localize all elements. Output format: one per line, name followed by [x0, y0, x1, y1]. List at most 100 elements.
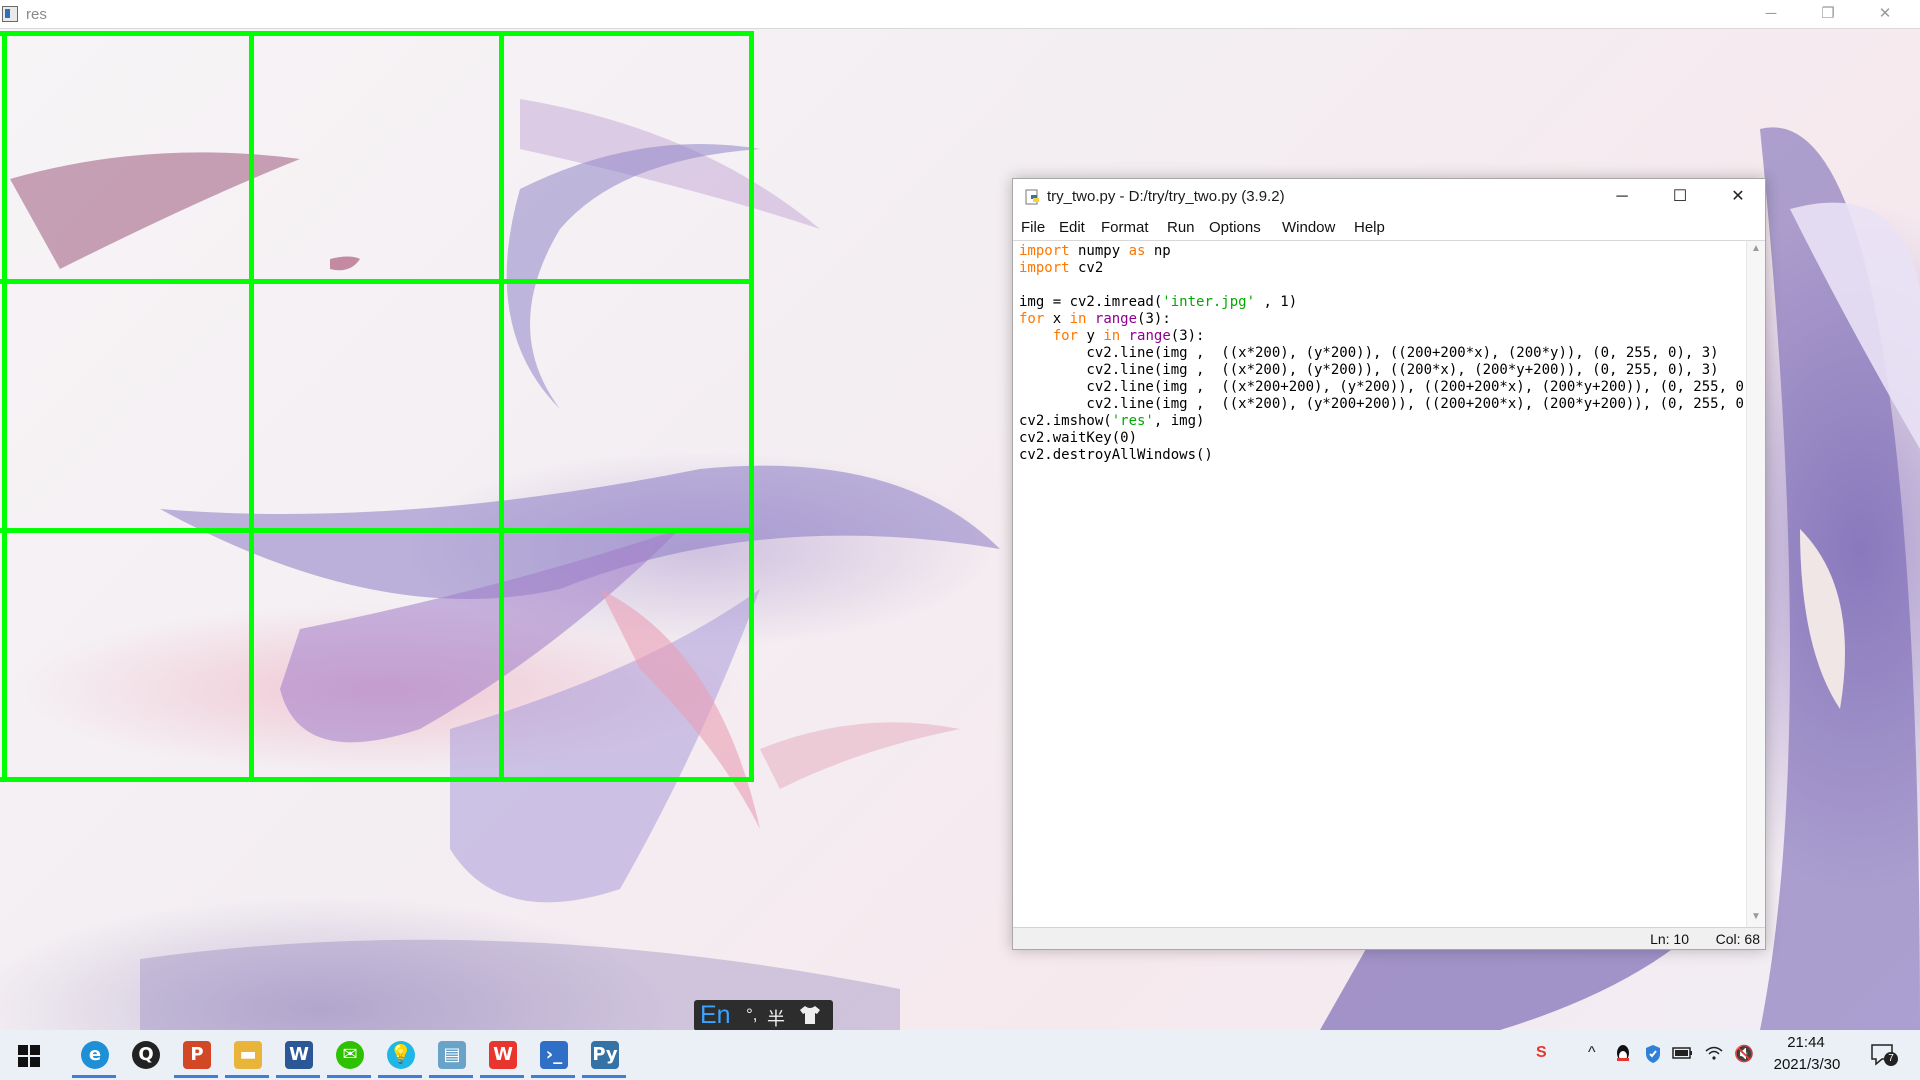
app-glyph: W — [489, 1041, 517, 1069]
running-indicator — [582, 1075, 626, 1078]
code-token: , img) — [1153, 413, 1205, 429]
windows-taskbar: e Q P ▬ W ✉ 💡 ▤ W ›_ Py S ^ 🔇 21:44 2021/3/30 7 — [0, 1030, 1920, 1080]
grid-line-h0 — [0, 31, 754, 36]
wechat-icon[interactable]: ✉ — [321, 1032, 377, 1078]
idle-menubar: File Edit Format Run Options Window Help — [1013, 215, 1765, 241]
idle-close-button[interactable]: ✕ — [1709, 179, 1767, 215]
app-glyph: e — [81, 1041, 109, 1069]
minimize-button[interactable]: ─ — [1748, 3, 1794, 25]
idle-minimize-button[interactable]: ─ — [1593, 179, 1651, 215]
tray-qq-icon[interactable] — [1614, 1044, 1632, 1064]
app-glyph: 💡 — [387, 1041, 415, 1069]
running-indicator — [276, 1075, 320, 1078]
code-line[interactable]: img = cv2.imread('inter.jpg' , 1) — [1019, 294, 1297, 311]
code-token: for — [1019, 311, 1045, 327]
tray-security-shield-icon[interactable] — [1644, 1044, 1662, 1064]
notebook-icon[interactable]: ▤ — [423, 1032, 479, 1078]
code-token: numpy — [1069, 243, 1129, 259]
grid-line-h1 — [0, 279, 754, 284]
code-token: y — [1078, 328, 1104, 344]
res-window-title: res — [26, 6, 47, 23]
code-line[interactable]: cv2.line(img , ((x*200), (y*200+200)), (… — [1019, 396, 1752, 413]
grid-line-h2 — [0, 528, 754, 533]
idle-editor-window[interactable]: try_two.py - D:/try/try_two.py (3.9.2) ─… — [1012, 178, 1766, 950]
app-glyph: W — [285, 1041, 313, 1069]
menu-edit[interactable]: Edit — [1059, 219, 1085, 236]
running-indicator — [327, 1075, 371, 1078]
powershell-icon[interactable]: ›_ — [525, 1032, 581, 1078]
grid-line-v2 — [499, 31, 504, 782]
app-glyph: Q — [132, 1041, 160, 1069]
edge-icon[interactable]: e — [66, 1032, 122, 1078]
scroll-up-arrow-icon[interactable]: ▲ — [1750, 243, 1762, 255]
idle-titlebar[interactable]: try_two.py - D:/try/try_two.py (3.9.2) ─… — [1013, 179, 1765, 215]
code-line[interactable]: import cv2 — [1019, 260, 1103, 277]
menu-run[interactable]: Run — [1167, 219, 1195, 236]
code-token: (3): — [1170, 328, 1205, 344]
word-icon[interactable]: W — [270, 1032, 326, 1078]
action-center-notification-icon[interactable]: 7 — [1870, 1042, 1898, 1066]
battery-icon[interactable] — [1672, 1044, 1694, 1062]
ime-punctuation-mode[interactable]: °, — [746, 1005, 758, 1025]
menu-format[interactable]: Format — [1101, 219, 1149, 236]
menu-options[interactable]: Options — [1209, 219, 1261, 236]
shirt-icon[interactable] — [798, 1004, 822, 1026]
grid-line-h3 — [0, 777, 754, 782]
code-token: np — [1145, 243, 1171, 259]
python-idle-icon[interactable]: Py — [576, 1032, 632, 1078]
tray-chevron-icon[interactable]: ^ — [1588, 1044, 1596, 1062]
code-line[interactable]: for y in range(3): — [1019, 328, 1205, 345]
code-token: for — [1052, 328, 1079, 344]
menu-help[interactable]: Help — [1354, 219, 1385, 236]
windows-start-icon[interactable] — [18, 1045, 40, 1067]
app-glyph: ▤ — [438, 1041, 466, 1069]
clock-date[interactable]: 2021/3/30 — [1769, 1056, 1845, 1073]
wifi-icon[interactable] — [1704, 1044, 1724, 1062]
clock-time[interactable]: 21:44 — [1786, 1034, 1826, 1051]
code-token: import — [1019, 260, 1070, 276]
wps-icon[interactable]: W — [474, 1032, 530, 1078]
res-window-titlebar[interactable]: res ─ ❐ ✕ — [0, 0, 1920, 29]
code-token: img = cv2.imread( — [1019, 294, 1163, 310]
code-line[interactable]: cv2.waitKey(0) — [1019, 430, 1137, 447]
code-token: in — [1069, 311, 1087, 327]
idle-maximize-button[interactable]: ☐ — [1651, 179, 1709, 215]
vertical-scrollbar[interactable]: ▲ ▼ — [1746, 241, 1765, 927]
close-button[interactable]: ✕ — [1862, 3, 1908, 25]
menu-window[interactable]: Window — [1282, 219, 1335, 236]
notification-count: 7 — [1884, 1052, 1898, 1066]
menu-file[interactable]: File — [1021, 219, 1045, 236]
code-line[interactable]: cv2.line(img , ((x*200), (y*200)), ((200… — [1019, 362, 1718, 379]
code-token: cv2 — [1069, 260, 1104, 276]
code-line[interactable]: for x in range(3): — [1019, 311, 1171, 328]
opencv-window-icon — [2, 6, 18, 22]
ime-language-mode[interactable]: En — [700, 1001, 731, 1030]
powerpoint-icon[interactable]: P — [168, 1032, 224, 1078]
code-token: range — [1094, 311, 1138, 327]
running-indicator — [174, 1075, 218, 1078]
code-line[interactable]: cv2.line(img , ((x*200), (y*200)), ((200… — [1019, 345, 1718, 362]
code-token: cv2.line(img , ((x*200+200), (y*200)), (… — [1019, 379, 1753, 395]
volume-muted-icon[interactable]: 🔇 — [1734, 1044, 1754, 1064]
code-line[interactable]: import numpy as np — [1019, 243, 1171, 260]
status-column-number: Col: 68 — [1715, 931, 1760, 947]
status-line-number: Ln: 10 — [1650, 931, 1689, 947]
app-glyph: Py — [591, 1041, 619, 1069]
grid-line-v1 — [249, 31, 254, 782]
scroll-down-arrow-icon[interactable]: ▼ — [1750, 911, 1762, 923]
code-line[interactable]: cv2.destroyAllWindows() — [1019, 447, 1213, 464]
bulb-icon[interactable]: 💡 — [372, 1032, 428, 1078]
code-editor[interactable]: import numpy as np import cv2 img = cv2.im… — [1013, 241, 1752, 927]
code-line[interactable]: cv2.imshow('res', img) — [1019, 413, 1204, 430]
sogou-ime-icon[interactable]: S — [1536, 1044, 1547, 1062]
ime-toolbar[interactable]: En °, 半 — [694, 1000, 833, 1031]
ime-width-mode[interactable]: 半 — [767, 1005, 785, 1031]
restore-button[interactable]: ❐ — [1805, 3, 1851, 25]
code-line[interactable]: cv2.line(img , ((x*200+200), (y*200)), (… — [1019, 379, 1752, 396]
qq-icon[interactable]: Q — [117, 1032, 173, 1078]
code-token: cv2.imshow( — [1019, 413, 1112, 429]
code-token: cv2.waitKey(0) — [1019, 430, 1138, 446]
file-explorer-icon[interactable]: ▬ — [219, 1032, 275, 1078]
